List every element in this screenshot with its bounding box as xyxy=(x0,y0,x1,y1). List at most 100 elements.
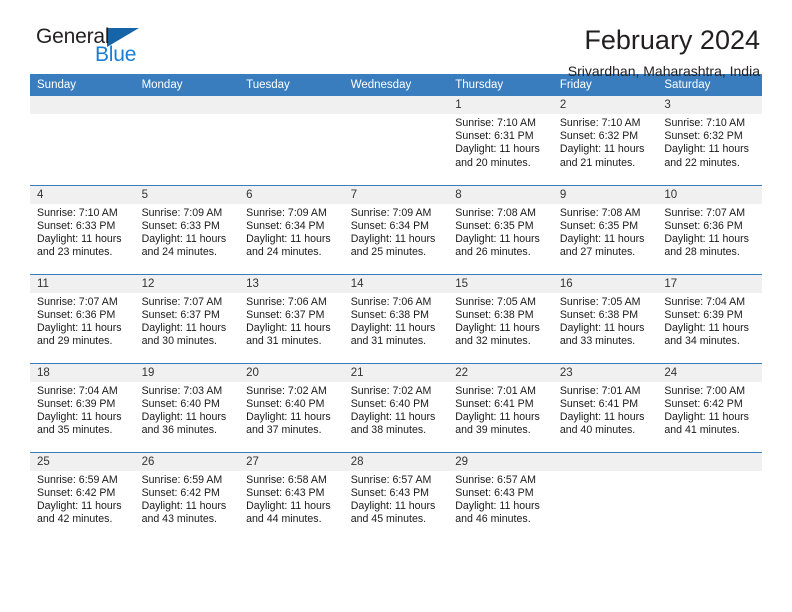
calendar-body: 1 Sunrise: 7:10 AM Sunset: 6:31 PM Daylight… xyxy=(30,96,762,541)
calendar-day-cell[interactable]: 13 Sunrise: 7:06 AM Sunset: 6:37 PM Dayligh… xyxy=(239,273,344,363)
daylight-text: Daylight: 11 hours and 42 minutes. xyxy=(37,499,122,526)
sunset-text: Sunset: 6:33 PM xyxy=(141,219,220,232)
daylight-text: Daylight: 11 hours and 46 minutes. xyxy=(455,499,540,526)
calendar-day-cell[interactable]: 12 Sunrise: 7:07 AM Sunset: 6:37 PM Dayligh… xyxy=(134,273,240,363)
daylight-text: Daylight: 11 hours and 35 minutes. xyxy=(37,410,122,437)
calendar-day-cell[interactable]: 17 Sunrise: 7:04 AM Sunset: 6:39 PM Dayligh… xyxy=(657,273,762,363)
sunrise-text: Sunrise: 7:07 AM xyxy=(37,295,118,308)
day-details: Sunrise: 6:57 AM Sunset: 6:43 PM Daylight:… xyxy=(344,471,449,527)
calendar-day-cell[interactable]: 7 Sunrise: 7:09 AM Sunset: 6:34 PM Daylight… xyxy=(343,184,449,274)
day-number: 28 xyxy=(343,452,449,471)
day-details: Sunrise: 7:04 AM Sunset: 6:39 PM Daylight:… xyxy=(30,382,135,438)
sunset-text: Sunset: 6:33 PM xyxy=(37,219,116,232)
daylight-text: Daylight: 11 hours and 31 minutes. xyxy=(246,321,331,348)
day-number: 15 xyxy=(448,274,553,293)
calendar-day-cell[interactable]: 25 Sunrise: 6:59 AM Sunset: 6:42 PM Dayligh… xyxy=(30,451,135,541)
page-header: General Blue February 2024 Srivardhan, M… xyxy=(30,0,762,79)
sunrise-text: Sunrise: 7:08 AM xyxy=(559,206,641,219)
daylight-text: Daylight: 11 hours and 44 minutes. xyxy=(246,499,331,526)
daylight-text: Daylight: 11 hours and 23 minutes. xyxy=(37,232,122,259)
daylight-text: Daylight: 11 hours and 43 minutes. xyxy=(141,499,227,526)
daylight-text: Daylight: 11 hours and 28 minutes. xyxy=(664,232,749,259)
sunrise-text: Sunrise: 7:07 AM xyxy=(141,295,223,308)
calendar-day-cell-empty xyxy=(552,451,658,541)
day-details: Sunrise: 7:10 AM Sunset: 6:33 PM Daylight:… xyxy=(30,204,135,260)
day-details: Sunrise: 7:05 AM Sunset: 6:38 PM Daylight:… xyxy=(553,293,658,349)
sunrise-text: Sunrise: 6:59 AM xyxy=(141,473,223,486)
sunset-text: Sunset: 6:37 PM xyxy=(141,308,220,321)
sunrise-text: Sunrise: 7:10 AM xyxy=(455,117,536,129)
day-number: 24 xyxy=(657,363,762,382)
title-block: February 2024 Srivardhan, Maharashtra, I… xyxy=(568,26,762,79)
calendar-day-cell[interactable]: 20 Sunrise: 7:02 AM Sunset: 6:40 PM Dayligh… xyxy=(239,362,344,452)
sunrise-text: Sunrise: 7:05 AM xyxy=(559,295,641,308)
day-details: Sunrise: 7:09 AM Sunset: 6:34 PM Daylight:… xyxy=(239,204,344,260)
calendar-day-cell-empty xyxy=(343,96,449,185)
sunrise-text: Sunrise: 7:04 AM xyxy=(37,384,118,397)
calendar-day-cell[interactable]: 8 Sunrise: 7:08 AM Sunset: 6:35 PM Daylight… xyxy=(448,184,553,274)
calendar-day-cell[interactable]: 23 Sunrise: 7:01 AM Sunset: 6:41 PM Dayligh… xyxy=(552,362,658,452)
calendar-day-cell[interactable]: 11 Sunrise: 7:07 AM Sunset: 6:36 PM Dayligh… xyxy=(30,273,135,363)
calendar-day-cell[interactable]: 18 Sunrise: 7:04 AM Sunset: 6:39 PM Dayligh… xyxy=(30,362,135,452)
calendar-day-cell[interactable]: 28 Sunrise: 6:57 AM Sunset: 6:43 PM Dayligh… xyxy=(343,451,449,541)
calendar-week-row: 18 Sunrise: 7:04 AM Sunset: 6:39 PM Dayligh… xyxy=(30,362,762,452)
day-details: Sunrise: 7:06 AM Sunset: 6:37 PM Daylight:… xyxy=(239,293,344,349)
calendar-day-cell[interactable]: 22 Sunrise: 7:01 AM Sunset: 6:41 PM Dayligh… xyxy=(448,362,553,452)
calendar-day-cell[interactable]: 9 Sunrise: 7:08 AM Sunset: 6:35 PM Daylight… xyxy=(552,184,658,274)
sunrise-text: Sunrise: 6:59 AM xyxy=(37,473,118,486)
calendar-day-cell[interactable]: 10 Sunrise: 7:07 AM Sunset: 6:36 PM Dayligh… xyxy=(657,184,762,274)
calendar-day-cell[interactable]: 2 Sunrise: 7:10 AM Sunset: 6:32 PM Daylight… xyxy=(552,96,658,185)
weekday-header-tuesday: Tuesday xyxy=(239,74,344,96)
sunrise-text: Sunrise: 7:01 AM xyxy=(455,384,536,397)
calendar-day-cell[interactable]: 15 Sunrise: 7:05 AM Sunset: 6:38 PM Dayligh… xyxy=(448,273,553,363)
calendar-day-cell[interactable]: 14 Sunrise: 7:06 AM Sunset: 6:38 PM Dayligh… xyxy=(343,273,449,363)
calendar-day-cell[interactable]: 26 Sunrise: 6:59 AM Sunset: 6:42 PM Dayligh… xyxy=(134,451,240,541)
day-details: Sunrise: 7:05 AM Sunset: 6:38 PM Daylight:… xyxy=(448,293,553,349)
calendar-day-cell[interactable]: 21 Sunrise: 7:02 AM Sunset: 6:40 PM Dayligh… xyxy=(343,362,449,452)
day-number: 11 xyxy=(30,274,135,293)
page-subtitle: Srivardhan, Maharashtra, India xyxy=(567,62,760,79)
sunset-text: Sunset: 6:40 PM xyxy=(350,397,430,410)
daylight-text: Daylight: 11 hours and 45 minutes. xyxy=(350,499,436,526)
day-number: 18 xyxy=(30,363,135,382)
daylight-text: Daylight: 11 hours and 33 minutes. xyxy=(559,321,645,348)
calendar-day-cell[interactable]: 6 Sunrise: 7:09 AM Sunset: 6:34 PM Daylight… xyxy=(239,184,344,274)
calendar-page: General Blue February 2024 Srivardhan, M… xyxy=(0,0,792,612)
daylight-text: Daylight: 11 hours and 27 minutes. xyxy=(559,232,645,259)
sunset-text: Sunset: 6:39 PM xyxy=(664,308,743,321)
sunrise-text: Sunrise: 7:01 AM xyxy=(559,384,641,397)
day-number xyxy=(134,96,240,114)
sunset-text: Sunset: 6:35 PM xyxy=(559,219,639,232)
calendar-day-cell[interactable]: 24 Sunrise: 7:00 AM Sunset: 6:42 PM Dayligh… xyxy=(657,362,762,452)
calendar-day-cell-empty xyxy=(657,451,762,541)
daylight-text: Daylight: 11 hours and 36 minutes. xyxy=(141,410,227,437)
daylight-text: Daylight: 11 hours and 30 minutes. xyxy=(141,321,227,348)
sunrise-sunset-calendar: Sunday Monday Tuesday Wednesday Thursday… xyxy=(30,74,762,541)
calendar-day-cell[interactable]: 5 Sunrise: 7:09 AM Sunset: 6:33 PM Daylight… xyxy=(134,184,240,274)
calendar-day-cell[interactable]: 3 Sunrise: 7:10 AM Sunset: 6:32 PM Daylight… xyxy=(657,96,762,185)
calendar-day-cell[interactable]: 29 Sunrise: 6:57 AM Sunset: 6:43 PM Dayligh… xyxy=(448,451,553,541)
sunset-text: Sunset: 6:41 PM xyxy=(559,397,639,410)
calendar-day-cell-empty xyxy=(239,96,344,185)
logo-text-general: General xyxy=(36,25,110,48)
sunset-text: Sunset: 6:32 PM xyxy=(664,130,743,143)
page-title: February 2024 xyxy=(584,25,760,55)
day-details: Sunrise: 7:08 AM Sunset: 6:35 PM Daylight:… xyxy=(553,204,658,260)
calendar-day-cell[interactable]: 19 Sunrise: 7:03 AM Sunset: 6:40 PM Dayligh… xyxy=(134,362,240,452)
calendar-day-cell[interactable]: 1 Sunrise: 7:10 AM Sunset: 6:31 PM Daylight… xyxy=(448,96,553,185)
day-number xyxy=(657,452,762,471)
day-number: 10 xyxy=(657,185,762,204)
calendar-day-cell[interactable]: 16 Sunrise: 7:05 AM Sunset: 6:38 PM Dayligh… xyxy=(552,273,658,363)
daylight-text: Daylight: 11 hours and 22 minutes. xyxy=(664,143,749,169)
day-number: 7 xyxy=(343,185,449,204)
sunset-text: Sunset: 6:31 PM xyxy=(455,130,534,143)
sunset-text: Sunset: 6:42 PM xyxy=(37,486,116,499)
calendar-day-cell[interactable]: 4 Sunrise: 7:10 AM Sunset: 6:33 PM Daylight… xyxy=(30,184,135,274)
day-details: Sunrise: 7:06 AM Sunset: 6:38 PM Daylight:… xyxy=(344,293,449,349)
day-number: 9 xyxy=(552,185,658,204)
sunrise-text: Sunrise: 7:02 AM xyxy=(246,384,327,397)
calendar-day-cell[interactable]: 27 Sunrise: 6:58 AM Sunset: 6:43 PM Dayligh… xyxy=(239,451,344,541)
calendar-week-row: 25 Sunrise: 6:59 AM Sunset: 6:42 PM Dayligh… xyxy=(30,451,762,541)
sunrise-text: Sunrise: 7:09 AM xyxy=(350,206,432,219)
daylight-text: Daylight: 11 hours and 34 minutes. xyxy=(664,321,749,348)
